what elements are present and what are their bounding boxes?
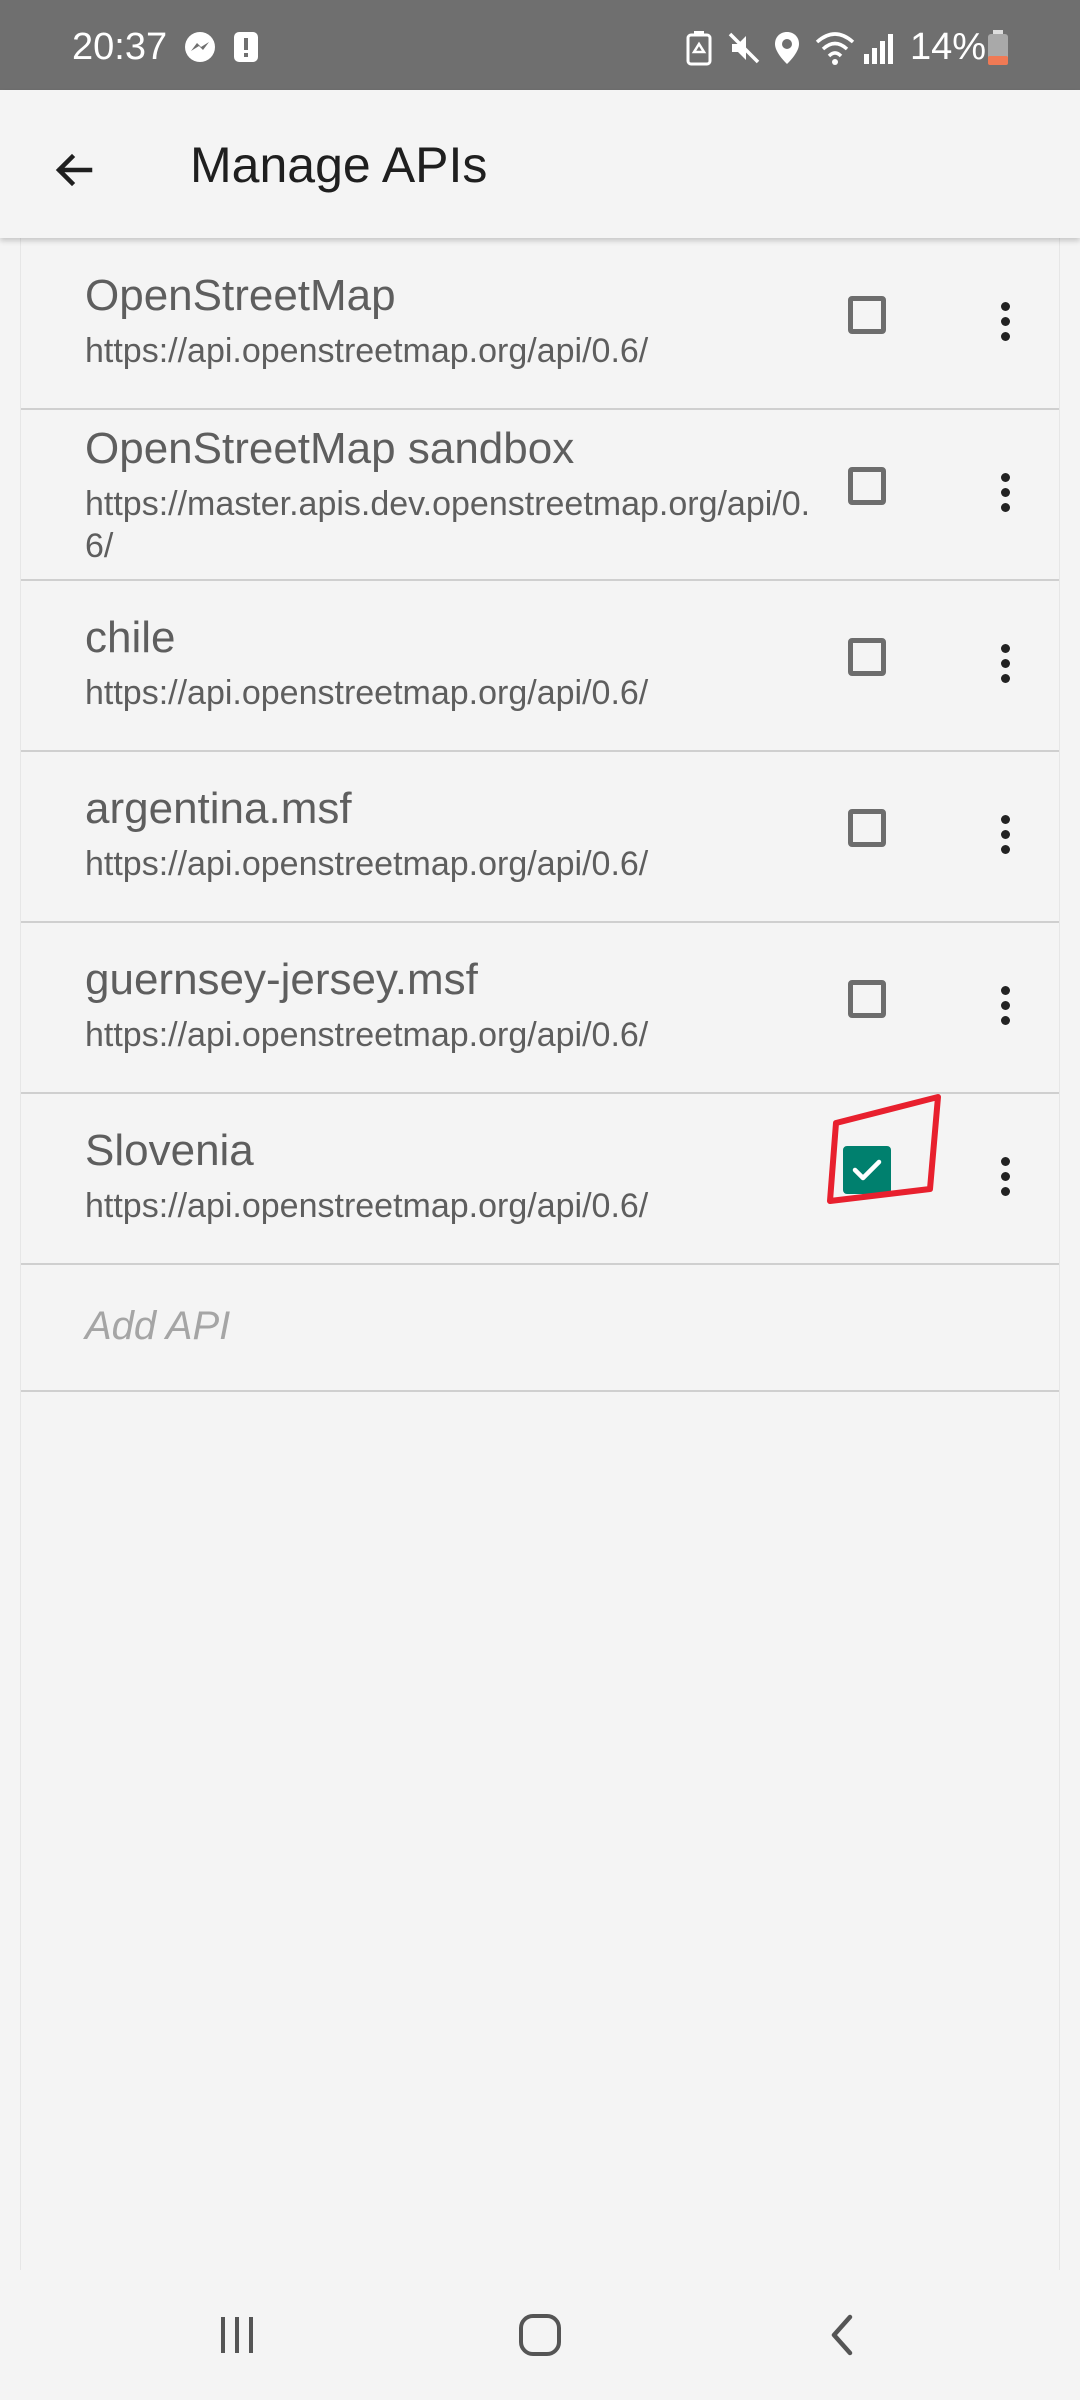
battery-saver-icon	[686, 30, 712, 71]
back-button[interactable]	[32, 128, 116, 212]
app-bar: Manage APIs	[0, 90, 1080, 238]
more-options-button[interactable]	[975, 623, 1035, 703]
api-name: chile	[85, 613, 176, 662]
signal-icon	[862, 30, 896, 71]
status-bar: 20:37 14%	[0, 0, 1080, 90]
back-icon	[831, 2314, 853, 2356]
checkmark-icon	[852, 1159, 882, 1181]
more-options-button[interactable]	[975, 965, 1035, 1045]
api-checkbox[interactable]	[848, 638, 886, 676]
api-url: https://api.openstreetmap.org/api/0.6/	[85, 674, 649, 712]
api-checkbox[interactable]	[848, 467, 886, 505]
more-options-button[interactable]	[975, 1136, 1035, 1216]
home-icon	[519, 2314, 561, 2356]
recents-icon	[221, 2317, 253, 2353]
api-url: https://master.apis.dev.openstreetmap.or…	[85, 485, 811, 565]
system-back-button[interactable]	[782, 2300, 902, 2370]
api-checkbox[interactable]	[848, 296, 886, 334]
status-time: 20:37	[72, 26, 168, 68]
recents-button[interactable]	[177, 2300, 297, 2370]
api-url: https://api.openstreetmap.org/api/0.6/	[85, 1187, 649, 1225]
add-api-placeholder[interactable]: Add API	[85, 1302, 230, 1350]
alert-icon	[232, 30, 260, 69]
api-url: https://api.openstreetmap.org/api/0.6/	[85, 1016, 649, 1054]
battery-percent: 14%	[910, 26, 987, 68]
add-api-row[interactable]: Add API	[21, 1264, 1059, 1392]
api-row-chile[interactable]: chile https://api.openstreetmap.org/api/…	[21, 580, 1059, 752]
api-name: Slovenia	[85, 1126, 254, 1175]
more-options-button[interactable]	[975, 281, 1035, 361]
api-list: OpenStreetMap https://api.openstreetmap.…	[20, 238, 1060, 2270]
api-checkbox[interactable]	[848, 809, 886, 847]
battery-icon	[987, 30, 1009, 71]
api-row-guernsey-jersey-msf[interactable]: guernsey-jersey.msf https://api.openstre…	[21, 922, 1059, 1094]
system-nav-bar	[0, 2270, 1080, 2400]
api-row-argentina-msf[interactable]: argentina.msf https://api.openstreetmap.…	[21, 751, 1059, 923]
api-checkbox-checked[interactable]	[843, 1146, 891, 1194]
location-icon	[772, 30, 802, 71]
api-name: OpenStreetMap	[85, 271, 396, 320]
arrow-back-icon	[55, 153, 93, 187]
api-url: https://api.openstreetmap.org/api/0.6/	[85, 332, 649, 370]
page-title: Manage APIs	[190, 137, 488, 193]
home-button[interactable]	[480, 2300, 600, 2370]
more-options-button[interactable]	[975, 794, 1035, 874]
mute-icon	[726, 30, 762, 71]
api-name: guernsey-jersey.msf	[85, 955, 478, 1004]
messenger-icon	[183, 30, 217, 69]
api-url: https://api.openstreetmap.org/api/0.6/	[85, 845, 649, 883]
api-row-openstreetmap[interactable]: OpenStreetMap https://api.openstreetmap.…	[21, 238, 1059, 410]
more-options-button[interactable]	[975, 452, 1035, 532]
api-checkbox[interactable]	[848, 980, 886, 1018]
api-name: OpenStreetMap sandbox	[85, 424, 575, 473]
api-name: argentina.msf	[85, 784, 352, 833]
api-row-slovenia[interactable]: Slovenia https://api.openstreetmap.org/a…	[21, 1093, 1059, 1265]
wifi-icon	[815, 30, 855, 71]
api-row-openstreetmap-sandbox[interactable]: OpenStreetMap sandbox https://master.api…	[21, 409, 1059, 581]
